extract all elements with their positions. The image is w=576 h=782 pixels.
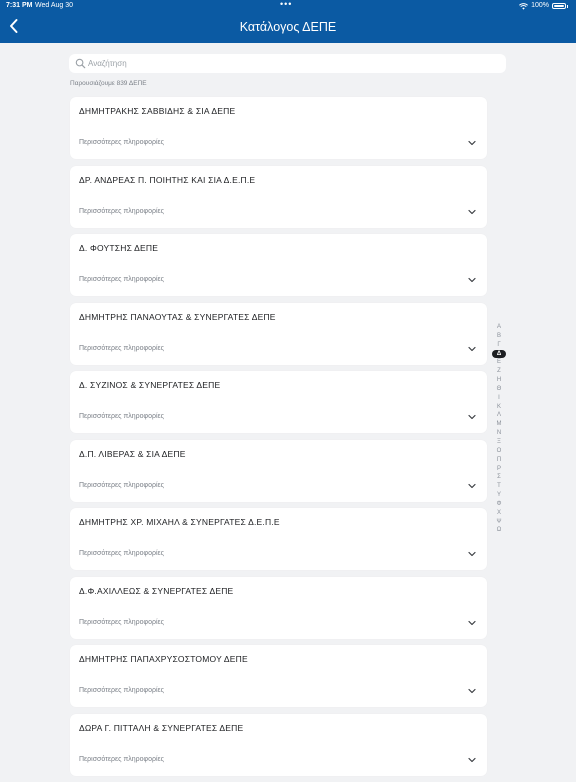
page-title: Κατάλογος ΔΕΠΕ <box>239 20 337 34</box>
status-bar: 7:31 PM Wed Aug 30 ••• 100% <box>0 0 576 12</box>
status-date: Wed Aug 30 <box>35 2 74 9</box>
chevron-down-icon[interactable] <box>468 346 476 352</box>
list-item[interactable]: ΔΡ. ΑΝΔΡΕΑΣ Π. ΠΟΙΗΤΗΣ ΚΑΙ ΣΙΑ Δ.Ε.Π.Ε Πε… <box>70 165 487 228</box>
status-time: 7:31 PM <box>6 2 33 9</box>
alphabet-letter[interactable]: Β <box>491 332 507 341</box>
alphabet-letter[interactable]: Ψ <box>491 518 507 527</box>
alphabet-letter[interactable]: Ξ <box>491 438 507 447</box>
more-info-label[interactable]: Περισσότερες πληροφορίες <box>79 208 164 215</box>
list-item[interactable]: ΔΗΜΗΤΡΗΣ ΧΡ. ΜΙΧΑΗΛ & ΣΥΝΕΡΓΑΤΕΣ Δ.Ε.Π.Ε… <box>70 508 487 570</box>
chevron-down-icon[interactable] <box>468 140 476 146</box>
chevron-down-icon[interactable] <box>468 277 476 283</box>
alphabet-letter[interactable]: Κ <box>491 403 507 412</box>
alphabet-letter[interactable]: Η <box>491 376 507 385</box>
battery-icon <box>552 3 566 9</box>
alphabet-letter[interactable]: Σ <box>491 473 507 482</box>
company-name: ΔΗΜΗΤΡΗΣ ΧΡ. ΜΙΧΑΗΛ & ΣΥΝΕΡΓΑΤΕΣ Δ.Ε.Π.Ε <box>79 517 280 527</box>
alphabet-letter[interactable]: Υ <box>491 491 507 500</box>
list-item[interactable]: ΔΗΜΗΤΡΗΣ ΠΑΠΑΧΡΥΣΟΣΤΟΜΟΥ ΔΕΠΕ Περισσότερε… <box>70 645 487 707</box>
alphabet-letter[interactable]: Δ <box>492 349 506 359</box>
alphabet-letter[interactable]: Ω <box>491 526 507 535</box>
alphabet-letter[interactable]: Φ <box>491 500 507 509</box>
alphabet-index: ΑΒΓΔΕΖΗΘΙΚΛΜΝΞΟΠΡΣΤΥΦΧΨΩ <box>491 323 507 535</box>
list-item[interactable]: Δ.Φ.ΑΧΙΛΛΕΩΣ & ΣΥΝΕΡΓΑΤΕΣ ΔΕΠΕ Περισσότερ… <box>70 576 487 639</box>
company-name: Δ. ΣΥΖΙΝΟΣ & ΣΥΝΕΡΓΑΤΕΣ ΔΕΠΕ <box>79 380 221 390</box>
more-info-label[interactable]: Περισσότερες πληροφορίες <box>79 619 164 626</box>
chevron-down-icon[interactable] <box>468 483 476 489</box>
more-info-label[interactable]: Περισσότερες πληροφορίες <box>79 345 164 352</box>
chevron-down-icon[interactable] <box>468 414 476 420</box>
list-item[interactable]: ΔΗΜΗΤΡΗΣ ΠΑΝΑΟΥΤΑΣ & ΣΥΝΕΡΓΑΤΕΣ ΔΕΠΕ Περι… <box>70 302 487 365</box>
battery-tip <box>567 4 568 8</box>
search-icon <box>75 58 86 69</box>
alphabet-letter[interactable]: Χ <box>491 509 507 518</box>
alphabet-letter[interactable]: Ρ <box>491 465 507 474</box>
alphabet-letter[interactable]: Π <box>491 456 507 465</box>
alphabet-letter[interactable]: Ζ <box>491 367 507 376</box>
multitasking-dots-icon[interactable]: ••• <box>280 0 292 10</box>
company-name: ΔΡ. ΑΝΔΡΕΑΣ Π. ΠΟΙΗΤΗΣ ΚΑΙ ΣΙΑ Δ.Ε.Π.Ε <box>79 174 256 185</box>
company-name: ΔΗΜΗΤΡΗΣ ΠΑΠΑΧΡΥΣΟΣΤΟΜΟΥ ΔΕΠΕ <box>79 654 248 664</box>
more-info-label[interactable]: Περισσότερες πληροφορίες <box>79 687 164 694</box>
list-item[interactable]: Δ.Π. ΛΙΒΕΡΑΣ & ΣΙΑ ΔΕΠΕ Περισσότερες πληρ… <box>70 439 487 502</box>
list-item[interactable]: ΔΗΜΗΤΡΑΚΗΣ ΣΑΒΒΙΔΗΣ & ΣΙΑ ΔΕΠΕ Περισσότερ… <box>70 97 487 159</box>
more-info-label[interactable]: Περισσότερες πληροφορίες <box>79 413 164 420</box>
more-info-label[interactable]: Περισσότερες πληροφορίες <box>79 276 164 283</box>
status-right: 100% <box>519 0 568 12</box>
list-item[interactable]: Δ. ΣΥΖΙΝΟΣ & ΣΥΝΕΡΓΑΤΕΣ ΔΕΠΕ Περισσότερες… <box>70 371 487 433</box>
alphabet-letter[interactable]: Λ <box>491 411 507 420</box>
alphabet-letter[interactable]: Μ <box>491 420 507 429</box>
alphabet-letter[interactable]: Ν <box>491 429 507 438</box>
company-list: ΔΗΜΗΤΡΑΚΗΣ ΣΑΒΒΙΔΗΣ & ΣΙΑ ΔΕΠΕ Περισσότερ… <box>70 97 487 782</box>
chevron-down-icon[interactable] <box>468 620 476 626</box>
company-name: ΔΩΡΑ Γ. ΠΙΤΤΑΛΗ & ΣΥΝΕΡΓΑΤΕΣ ΔΕΠΕ <box>79 722 244 733</box>
more-info-label[interactable]: Περισσότερες πληροφορίες <box>79 482 164 489</box>
chevron-down-icon[interactable] <box>468 551 476 557</box>
chevron-down-icon[interactable] <box>468 688 476 694</box>
list-item[interactable]: ΔΩΡΑ Γ. ΠΙΤΤΑΛΗ & ΣΥΝΕΡΓΑΤΕΣ ΔΕΠΕ Περισσό… <box>70 713 487 776</box>
app-header: 7:31 PM Wed Aug 30 ••• 100% Κατάλογος ΔΕ… <box>0 0 576 43</box>
alphabet-letter[interactable]: Ε <box>491 358 507 367</box>
battery-percent: 100% <box>531 2 549 9</box>
company-name: ΔΗΜΗΤΡΑΚΗΣ ΣΑΒΒΙΔΗΣ & ΣΙΑ ΔΕΠΕ <box>79 106 236 116</box>
list-item[interactable]: Δ. ΦΟΥΤΣΗΣ ΔΕΠΕ Περισσότερες πληροφορίες <box>70 234 487 296</box>
wifi-icon <box>519 2 529 10</box>
more-info-label[interactable]: Περισσότερες πληροφορίες <box>79 756 164 763</box>
company-name: Δ. ΦΟΥΤΣΗΣ ΔΕΠΕ <box>79 243 159 253</box>
alphabet-letter[interactable]: Α <box>491 323 507 332</box>
alphabet-letter[interactable]: Θ <box>491 385 507 394</box>
company-name: Δ.Π. ΛΙΒΕΡΑΣ & ΣΙΑ ΔΕΠΕ <box>79 448 186 459</box>
company-name: Δ.Φ.ΑΧΙΛΛΕΩΣ & ΣΥΝΕΡΓΑΤΕΣ ΔΕΠΕ <box>79 585 234 596</box>
alphabet-letter[interactable]: Ι <box>491 394 507 403</box>
chevron-down-icon[interactable] <box>468 757 476 763</box>
company-name: ΔΗΜΗΤΡΗΣ ΠΑΝΑΟΥΤΑΣ & ΣΥΝΕΡΓΑΤΕΣ ΔΕΠΕ <box>79 311 276 322</box>
more-info-label[interactable]: Περισσότερες πληροφορίες <box>79 139 164 146</box>
result-count: Παρουσιάζουμε 839 ΔΕΠΕ <box>70 80 147 87</box>
alphabet-letter[interactable]: Ο <box>491 447 507 456</box>
chevron-down-icon[interactable] <box>468 209 476 215</box>
alphabet-letter[interactable]: Γ <box>491 341 507 350</box>
alphabet-letter[interactable]: Τ <box>491 482 507 491</box>
more-info-label[interactable]: Περισσότερες πληροφορίες <box>79 550 164 557</box>
search-input[interactable] <box>88 56 488 71</box>
search-bar[interactable] <box>69 54 506 73</box>
